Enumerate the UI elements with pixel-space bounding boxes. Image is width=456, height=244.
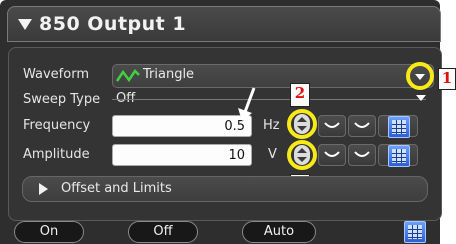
amplitude-calc-button[interactable] bbox=[378, 144, 418, 167]
amplitude-decrease-button[interactable] bbox=[318, 144, 346, 166]
wave-up-icon bbox=[354, 122, 370, 128]
frequency-label: Frequency bbox=[23, 118, 91, 133]
frequency-spinner[interactable] bbox=[287, 109, 317, 139]
waveform-value: Triangle bbox=[143, 67, 195, 82]
frequency-unit: Hz bbox=[263, 118, 280, 133]
frequency-input[interactable] bbox=[112, 115, 252, 137]
triangle-wave-icon bbox=[116, 69, 140, 83]
auto-button[interactable]: Auto bbox=[242, 221, 316, 243]
off-button[interactable]: Off bbox=[128, 221, 198, 243]
sweep-type-label: Sweep Type bbox=[23, 92, 101, 107]
wave-down-icon bbox=[324, 122, 340, 128]
amplitude-unit: V bbox=[268, 147, 277, 162]
spinner-icon bbox=[294, 145, 310, 165]
amplitude-spinner[interactable] bbox=[287, 140, 317, 170]
panel-title: 850 Output 1 bbox=[39, 13, 187, 35]
expand-icon bbox=[39, 183, 48, 195]
waveform-label: Waveform bbox=[23, 67, 89, 82]
amplitude-input[interactable] bbox=[112, 144, 252, 166]
spinner-icon bbox=[294, 114, 310, 134]
callout-2: 2 bbox=[290, 83, 310, 107]
sweep-type-select[interactable] bbox=[112, 99, 426, 100]
wave-down-icon bbox=[324, 151, 340, 157]
sweep-dropdown-icon[interactable] bbox=[416, 95, 426, 101]
amplitude-label: Amplitude bbox=[23, 147, 90, 162]
chevron-down-icon bbox=[415, 74, 425, 80]
calculator-icon bbox=[388, 145, 410, 167]
wave-up-icon bbox=[354, 151, 370, 157]
calculator-icon bbox=[388, 116, 410, 138]
callout-1: 1 bbox=[438, 68, 456, 90]
on-button[interactable]: On bbox=[14, 221, 84, 243]
collapse-chevron-icon[interactable] bbox=[18, 19, 32, 30]
frequency-calc-button[interactable] bbox=[378, 115, 418, 138]
output-panel: 850 Output 1 Waveform Triangle 1 Sweep T… bbox=[0, 0, 456, 244]
pointer-arrow-icon bbox=[238, 87, 256, 121]
amplitude-increase-button[interactable] bbox=[348, 144, 376, 166]
waveform-select[interactable]: Triangle bbox=[112, 64, 434, 88]
calculator-icon[interactable] bbox=[404, 221, 426, 243]
panel-header[interactable]: 850 Output 1 bbox=[7, 6, 441, 42]
waveform-dropdown-button[interactable] bbox=[406, 62, 434, 90]
frequency-increase-button[interactable] bbox=[348, 115, 376, 137]
offset-limits-expander[interactable]: Offset and Limits bbox=[22, 176, 428, 202]
frequency-decrease-button[interactable] bbox=[318, 115, 346, 137]
offset-limits-label: Offset and Limits bbox=[61, 181, 172, 196]
